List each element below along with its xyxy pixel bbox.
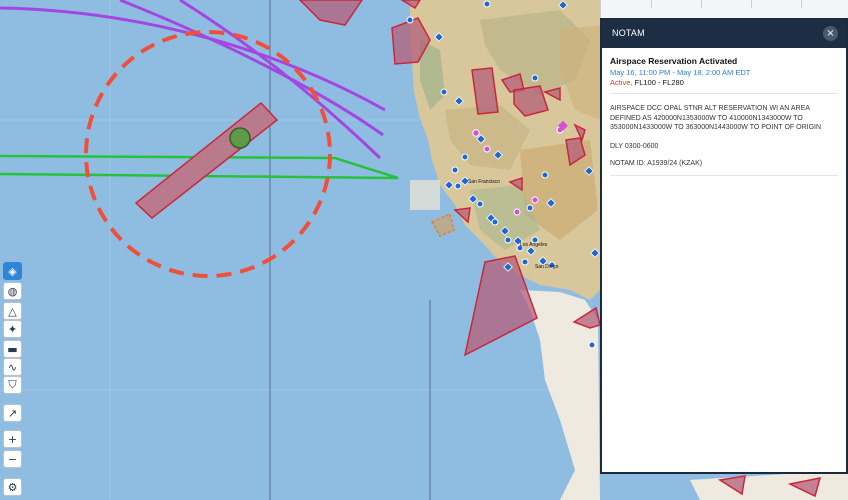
notam-panel: NOTAM × Airspace Reservation Activated M… — [600, 18, 848, 474]
layers-icon: ◈ — [8, 264, 17, 278]
tab-divider — [801, 0, 802, 8]
terrain-button[interactable]: △ — [3, 302, 22, 320]
notam-status-active: Active, — [610, 78, 633, 87]
panel-title: NOTAM — [612, 28, 645, 38]
notam-title: Airspace Reservation Activated — [610, 56, 738, 66]
panel-tab-strip — [600, 0, 848, 18]
notam-summary: Airspace Reservation Activated May 16, 1… — [610, 56, 838, 94]
draw-button[interactable]: ↗ — [3, 404, 22, 422]
route-button[interactable]: ∿ — [3, 358, 22, 376]
notam-id: NOTAM ID: A1939/24 (KZAK) — [610, 159, 703, 167]
traffic-button[interactable]: ✦ — [3, 320, 22, 338]
route-icon: ∿ — [7, 360, 18, 374]
shield-button[interactable]: ⛉ — [3, 376, 22, 394]
notam-altitude-range: FL100 - FL280 — [634, 78, 684, 87]
tab-divider — [651, 0, 652, 8]
traffic-icon: ✦ — [7, 322, 18, 336]
shield-icon: ⛉ — [8, 378, 17, 391]
notam-panel-body: Airspace Reservation Activated May 16, 1… — [602, 48, 846, 176]
notam-schedule: DLY 0300-0600 — [610, 142, 659, 150]
label-san-francisco: San Francisco — [468, 179, 500, 185]
terrain-icon: △ — [8, 304, 17, 318]
layers-button[interactable]: ◈ — [3, 262, 22, 280]
close-icon[interactable]: × — [823, 26, 838, 41]
notam-center-marker[interactable] — [229, 127, 251, 149]
zoom-in-icon: + — [7, 432, 18, 446]
tab-divider — [701, 0, 702, 8]
notam-panel-header: NOTAM × — [602, 20, 846, 48]
zoom-in-button[interactable]: + — [3, 430, 22, 448]
tab-divider — [751, 0, 752, 8]
zoom-out-icon: − — [7, 452, 18, 466]
label-san-diego: San Diego — [535, 264, 559, 270]
weather-button[interactable]: ◍ — [3, 282, 22, 300]
zoom-out-button[interactable]: − — [3, 450, 22, 468]
notam-time-range: May 16, 11:00 PM - May 18, 2:00 AM EDT — [610, 68, 751, 77]
airport-icon: ▬ — [7, 342, 18, 356]
notam-status-line: Active, FL100 - FL280 — [610, 78, 838, 87]
airport-button[interactable]: ▬ — [3, 340, 22, 358]
divider — [610, 174, 838, 176]
settings-icon: ⚙ — [7, 480, 18, 494]
weather-icon: ◍ — [7, 284, 18, 298]
draw-icon: ↗ — [7, 406, 18, 420]
notam-body-text: AIRSPACE DCC OPAL STNR ALT RESERVATION W… — [610, 105, 822, 132]
settings-button[interactable]: ⚙ — [3, 478, 22, 496]
label-los-angeles: Los Angeles — [520, 242, 548, 248]
